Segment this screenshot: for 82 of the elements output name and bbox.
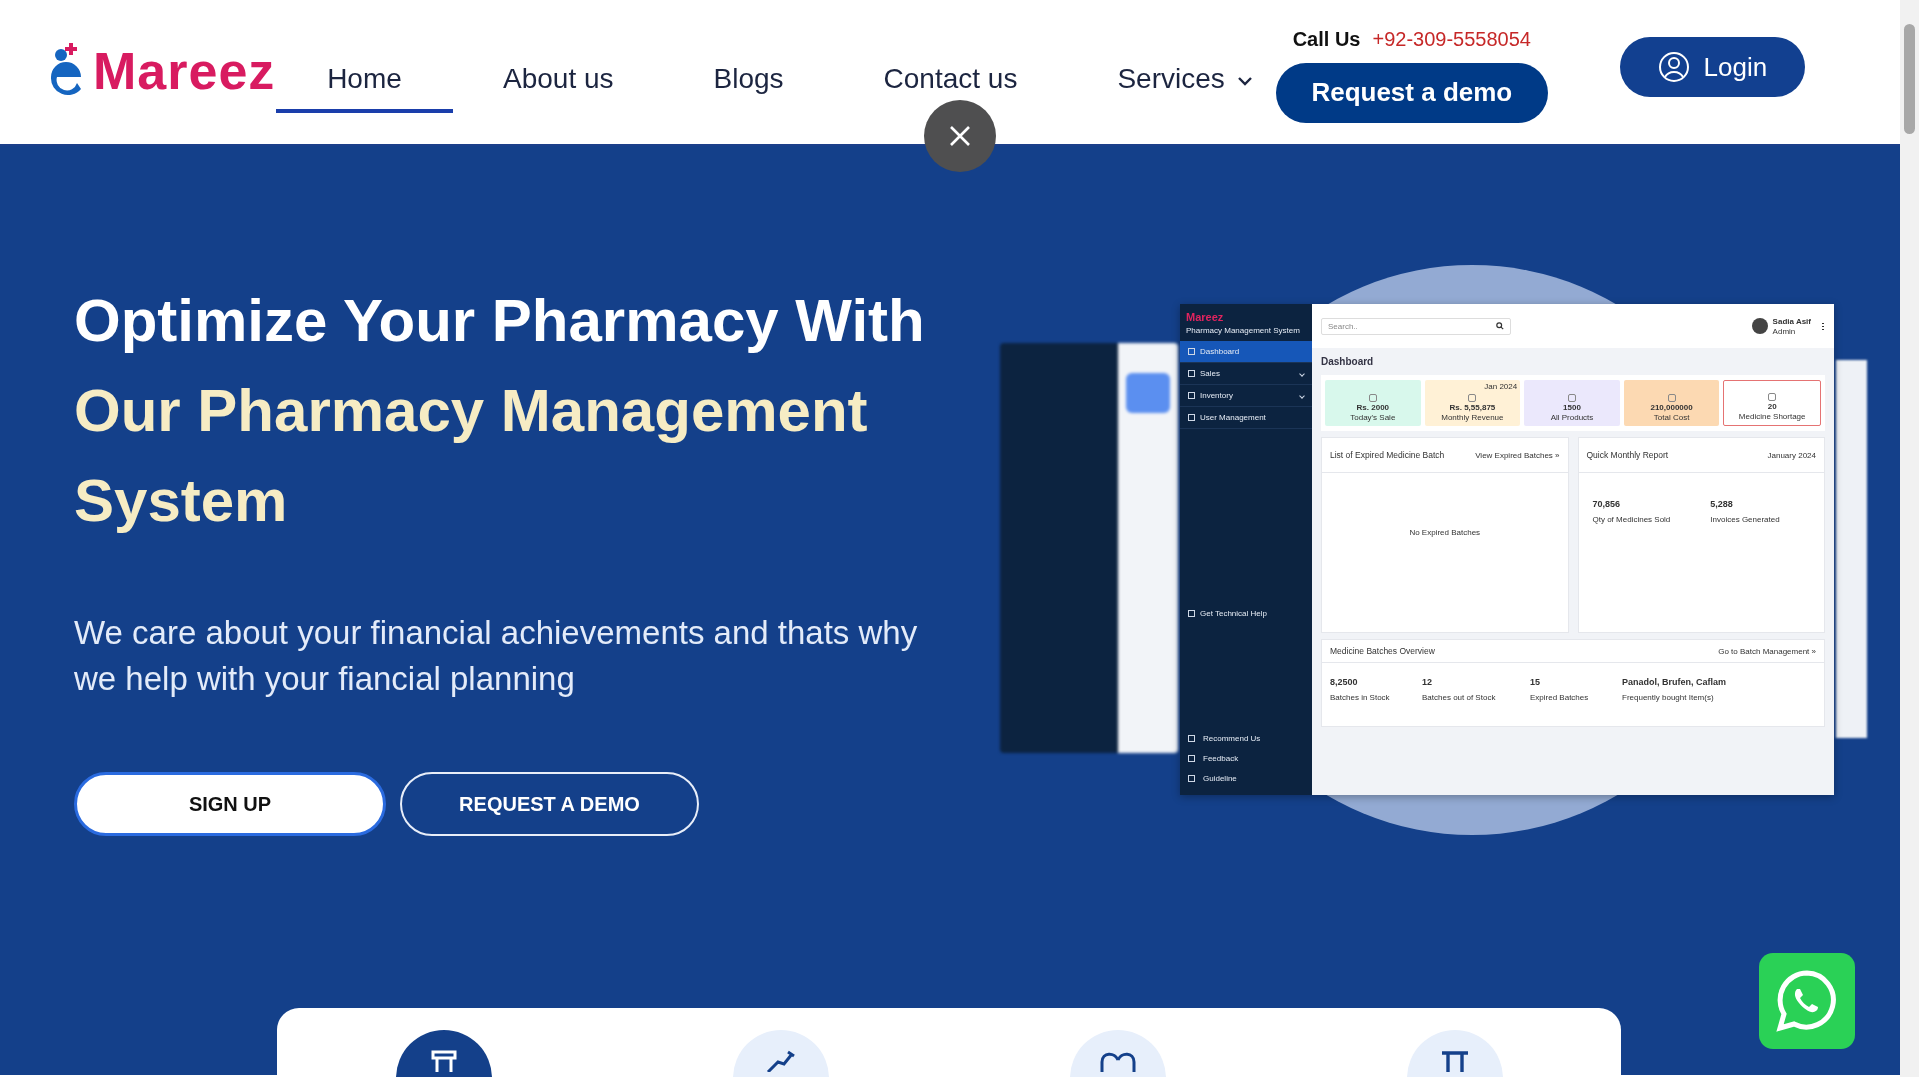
stat-icon: [1368, 394, 1377, 402]
sidebar-item[interactable]: Recommend Us: [1188, 734, 1304, 743]
stat-value: Rs. 2000: [1356, 403, 1390, 412]
stat-label: Today's Sale: [1350, 413, 1396, 422]
sign-up-button[interactable]: SIGN UP: [74, 772, 386, 836]
nav-link[interactable]: Services: [1067, 33, 1253, 113]
panel-title: Medicine Batches Overview: [1330, 646, 1435, 656]
hero-title-highlight: Our Pharmacy Management System: [74, 376, 869, 536]
metric-label: Invoices Generated: [1710, 515, 1780, 524]
panel-title: List of Expired Medicine Batch: [1330, 450, 1445, 460]
call-label: Call Us: [1292, 27, 1361, 51]
sidebar-item[interactable]: Get Technical Help: [1180, 609, 1312, 618]
menu-icon: [1188, 755, 1195, 762]
stat-label: All Products: [1550, 413, 1594, 422]
menu-icon: [1188, 414, 1195, 421]
sidebar-item[interactable]: User Management: [1180, 407, 1312, 429]
stat-label: Monthly Revenue: [1441, 413, 1504, 422]
metric-label: Expired Batches: [1530, 693, 1590, 702]
metric-value: 70,856: [1592, 499, 1622, 509]
request-demo-button[interactable]: REQUEST A DEMO: [400, 772, 699, 836]
metric-value: 12: [1422, 677, 1433, 687]
period-dropdown[interactable]: January 2024: [1767, 450, 1816, 460]
search-icon: [1496, 322, 1504, 330]
metric-value: 5,288: [1710, 499, 1734, 509]
chat-button[interactable]: [1759, 953, 1855, 1049]
caret-icon: [1236, 76, 1253, 86]
scroll-thumb[interactable]: [1904, 24, 1915, 134]
stat-value: 20: [1767, 402, 1777, 411]
login-button[interactable]: Login: [1619, 37, 1805, 97]
hero-subtitle: We care about your financial achievements and thats why we help with your fiancial planning: [74, 613, 919, 699]
menu-icon: [1188, 392, 1195, 399]
hero-title: Optimize Your Pharmacy With: [74, 286, 926, 356]
metric-label: Frequently bought Item(s): [1622, 693, 1715, 702]
panel-title: Quick Monthly Report: [1586, 450, 1669, 460]
metric-value: 15: [1530, 677, 1541, 687]
user-icon: [1657, 51, 1690, 83]
dashboard-subtitle: Pharmacy Management System: [1186, 326, 1301, 335]
stat-value: 1500: [1563, 403, 1581, 412]
dashboard-logo: Mareez: [1186, 311, 1225, 323]
nav-link[interactable]: Home: [276, 33, 453, 113]
close-icon: [948, 124, 972, 148]
stand-icon: [431, 1050, 457, 1072]
stat-icon: [1568, 394, 1576, 402]
table-icon: [1440, 1050, 1470, 1072]
empty-message: No Expired Batches: [1409, 528, 1481, 539]
stat-label: Total Cost: [1653, 413, 1690, 422]
logo[interactable]: Mareez: [47, 39, 276, 97]
month-picker[interactable]: Jan 2024: [1484, 382, 1518, 391]
sidebar-item[interactable]: Dashboard: [1180, 341, 1312, 363]
phone-link[interactable]: +92-309-5558054: [1372, 27, 1531, 51]
menu-icon: [1188, 370, 1195, 377]
user-role: Admin: [1772, 326, 1797, 336]
nav-link[interactable]: Blogs: [663, 33, 834, 113]
stat-icon: [1768, 393, 1777, 401]
help-icon: [1188, 610, 1195, 617]
page-title: Dashboard: [1321, 356, 1375, 367]
metric-label: Qty of Medicines Sold: [1592, 515, 1671, 524]
user-name: Sadia Asif: [1772, 316, 1811, 326]
metric-label: Batches in Stock: [1330, 693, 1391, 702]
metric-value: Panadol, Brufen, Caflam: [1622, 677, 1728, 687]
batch-management-link[interactable]: Go to Batch Management »: [1718, 646, 1816, 656]
stat-value: 210,000000: [1650, 403, 1693, 412]
scrollbar[interactable]: [1900, 0, 1919, 1077]
nav-link[interactable]: Contact us: [833, 33, 1068, 113]
sidebar-item[interactable]: Guideline: [1188, 774, 1304, 783]
view-link[interactable]: View Expired Batches »: [1475, 450, 1560, 460]
menu-icon: [1188, 735, 1195, 742]
nav-link[interactable]: About us: [453, 33, 664, 113]
stat-value: Rs. 5,55,875: [1449, 403, 1496, 412]
metric-value: 8,2500: [1330, 677, 1359, 687]
stat-icon: [1468, 394, 1477, 402]
sidebar-item[interactable]: Sales: [1180, 363, 1312, 385]
request-demo-button[interactable]: Request a demo: [1275, 62, 1548, 123]
avatar: [1751, 318, 1768, 334]
search-field[interactable]: Search..: [1321, 317, 1511, 335]
menu-icon: [1188, 348, 1195, 355]
stat-icon: [1667, 394, 1676, 402]
sidebar-item[interactable]: Feedback: [1188, 754, 1304, 763]
metric-label: Batches out of Stock: [1422, 693, 1497, 702]
stat-label: Medicine Shortage: [1738, 412, 1806, 421]
sidebar-item[interactable]: Inventory: [1180, 385, 1312, 407]
menu-icon: [1188, 775, 1195, 782]
